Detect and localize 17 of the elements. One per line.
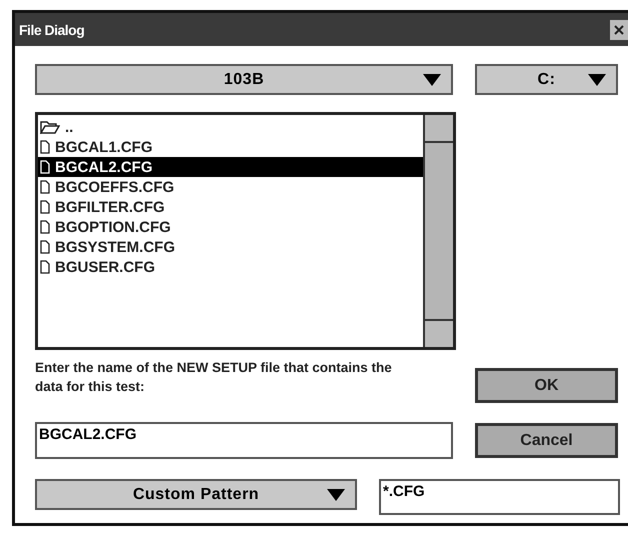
- file-list-item[interactable]: BGOPTION.CFG: [38, 217, 423, 237]
- pattern-dropdown[interactable]: Custom Pattern: [35, 479, 357, 510]
- file-list-item[interactable]: BGSYSTEM.CFG: [38, 237, 423, 257]
- directory-dropdown[interactable]: 103B: [35, 64, 453, 95]
- window-title: File Dialog: [19, 22, 84, 38]
- file-list-item[interactable]: ..: [38, 117, 423, 137]
- file-list-item[interactable]: BGUSER.CFG: [38, 257, 423, 277]
- pattern-field[interactable]: *.CFG: [379, 479, 620, 515]
- file-list-item[interactable]: BGCAL1.CFG: [38, 137, 423, 157]
- drive-dropdown[interactable]: C:: [475, 64, 618, 95]
- file-list-item[interactable]: BGCAL2.CFG: [38, 157, 423, 177]
- cancel-button[interactable]: Cancel: [475, 423, 618, 458]
- prompt-text: Enter the name of the NEW SETUP file that contains the data for this test:: [35, 359, 393, 396]
- filename-field[interactable]: BGCAL2.CFG: [35, 422, 453, 459]
- file-list-item[interactable]: BGCOEFFS.CFG: [38, 177, 423, 197]
- ok-button[interactable]: OK: [475, 368, 618, 403]
- file-list-item[interactable]: BGFILTER.CFG: [38, 197, 423, 217]
